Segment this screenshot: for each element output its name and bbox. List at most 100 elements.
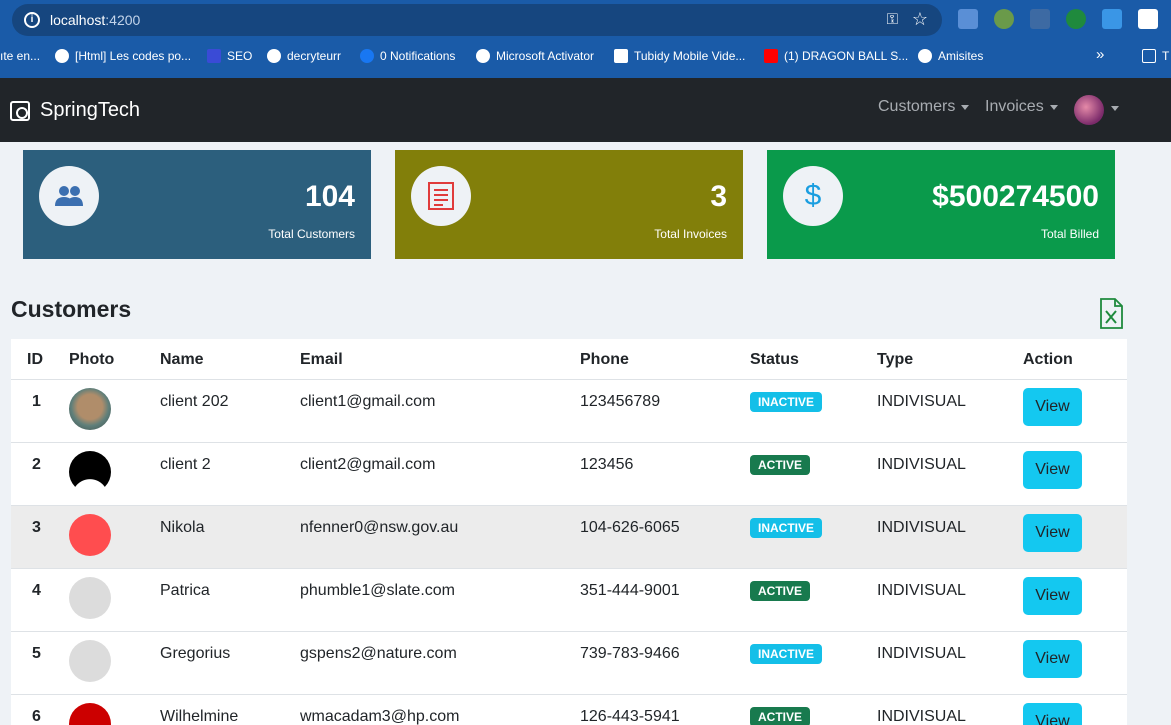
- view-button[interactable]: View: [1023, 451, 1082, 489]
- view-button[interactable]: View: [1023, 703, 1082, 725]
- customers-title: Customers: [11, 296, 132, 322]
- site-info-icon[interactable]: i: [24, 12, 40, 28]
- brand[interactable]: SpringTech: [10, 99, 140, 122]
- cell-type: INDIVISUAL: [877, 519, 966, 536]
- stat-icon-circle: [39, 166, 99, 226]
- extensions-puzzle-icon[interactable]: [1138, 9, 1158, 29]
- folder-icon: [1142, 49, 1156, 63]
- download-icon[interactable]: [1102, 9, 1122, 29]
- bookmark-label: 0 Notifications: [380, 49, 456, 63]
- status-badge: ACTIVE: [750, 581, 811, 601]
- table-row: 2 client 2 client2@gmail.com 123456 ACTI…: [11, 443, 1127, 506]
- profile-avatar[interactable]: [1074, 95, 1104, 125]
- stat-label: Total Billed: [1040, 227, 1099, 241]
- brand-name: SpringTech: [40, 99, 141, 121]
- cell-phone: 123456789: [580, 393, 661, 410]
- extension-icon[interactable]: [1030, 9, 1050, 29]
- cell-name: Nikola: [160, 519, 205, 536]
- table-row: 1 client 202 client1@gmail.com 123456789…: [11, 380, 1127, 443]
- cell-type: INDIVISUAL: [877, 708, 966, 725]
- globe-icon: [267, 49, 281, 63]
- cell-phone: 351-444-9001: [580, 582, 680, 599]
- bookmark-item[interactable]: decryteurr: [267, 49, 341, 63]
- bookmark-star-icon[interactable]: ☆: [912, 9, 928, 30]
- bookmark-label: decryteurr: [287, 49, 342, 63]
- url-host: localhost: [50, 12, 106, 28]
- status-badge: INACTIVE: [750, 644, 823, 664]
- column-header-type: Type: [877, 351, 914, 368]
- cell-id: 6: [32, 708, 41, 725]
- bookmark-item[interactable]: ıte en...: [0, 49, 40, 63]
- column-header-photo: Photo: [69, 351, 115, 368]
- stat-card-billed: $ $500274500 Total Billed: [767, 150, 1115, 259]
- export-excel-icon[interactable]: [1099, 298, 1123, 329]
- cell-email: gspens2@nature.com: [300, 645, 457, 662]
- profile-caret-down-icon[interactable]: [1111, 106, 1119, 111]
- cell-phone: 739-783-9466: [580, 645, 680, 662]
- nav-invoices-dropdown[interactable]: Invoices: [985, 98, 1058, 116]
- cell-name: client 2: [160, 456, 211, 473]
- stat-value: 3: [710, 180, 727, 213]
- url-port: :4200: [105, 12, 141, 28]
- youtube-icon: [764, 49, 778, 63]
- cell-email: client1@gmail.com: [300, 393, 436, 410]
- nav-customers-dropdown[interactable]: Customers: [878, 98, 970, 116]
- facebook-icon: [360, 49, 374, 63]
- bookmark-folder[interactable]: T: [1142, 49, 1169, 63]
- seo-icon: [207, 49, 221, 63]
- cell-phone: 104-626-6065: [580, 519, 680, 536]
- globe-icon: [55, 49, 69, 63]
- view-button[interactable]: View: [1023, 514, 1082, 552]
- address-bar[interactable]: i localhost:4200 ⚿ ☆: [12, 4, 942, 36]
- column-header-action: Action: [1023, 351, 1073, 368]
- column-header-id: ID: [27, 351, 43, 368]
- bookmark-item[interactable]: 0 Notifications: [360, 49, 455, 63]
- password-key-icon[interactable]: ⚿: [887, 11, 898, 28]
- view-button[interactable]: View: [1023, 640, 1082, 678]
- view-button[interactable]: View: [1023, 388, 1082, 426]
- cell-email: client2@gmail.com: [300, 456, 436, 473]
- cell-name: Gregorius: [160, 645, 231, 662]
- stat-value: 104: [304, 180, 355, 213]
- extension-icon[interactable]: [1066, 9, 1086, 29]
- bookmark-item[interactable]: Tubidy Mobile Vide...: [614, 49, 745, 63]
- bookmark-item[interactable]: (1) DRAGON BALL S...: [764, 49, 908, 63]
- stat-icon-circle: [411, 166, 471, 226]
- caret-down-icon: [961, 104, 970, 110]
- url-text[interactable]: localhost:4200: [50, 12, 140, 28]
- customer-photo: [69, 388, 111, 430]
- cell-id: 5: [32, 645, 41, 662]
- column-header-name: Name: [160, 351, 204, 368]
- extension-icon[interactable]: [994, 9, 1014, 29]
- nav-customers-label: Customers: [878, 98, 956, 115]
- bookmark-label: ıte en...: [0, 49, 41, 63]
- bookmark-item[interactable]: Microsoft Activator: [476, 49, 594, 63]
- customer-photo: [69, 703, 111, 725]
- cell-email: nfenner0@nsw.gov.au: [300, 519, 459, 536]
- brand-logo-icon: [10, 100, 30, 121]
- bookmark-item[interactable]: SEO: [207, 49, 252, 63]
- bookmark-item[interactable]: Amisites: [918, 49, 983, 63]
- bookmarks-bar: ıte en... [Html] Les codes po... SEO dec…: [0, 44, 1171, 70]
- customer-photo: [69, 640, 111, 682]
- more-bookmarks-button[interactable]: »: [1096, 46, 1104, 63]
- cell-name: Patrica: [160, 582, 210, 599]
- table-row: 6 Wilhelmine wmacadam3@hp.com 126-443-59…: [11, 695, 1127, 725]
- dollar-icon: $: [804, 179, 822, 212]
- cell-email: phumble1@slate.com: [300, 582, 455, 599]
- view-button[interactable]: View: [1023, 577, 1082, 615]
- status-badge: ACTIVE: [750, 455, 811, 475]
- stat-value: $500274500: [932, 180, 1099, 213]
- bookmark-label: SEO: [227, 49, 253, 63]
- column-header-status: Status: [750, 351, 799, 368]
- translate-extension-icon[interactable]: [958, 9, 978, 29]
- bookmark-label: Amisites: [938, 49, 984, 63]
- bookmark-label: Microsoft Activator: [496, 49, 595, 63]
- status-badge: ACTIVE: [750, 707, 811, 725]
- status-badge: INACTIVE: [750, 518, 823, 538]
- stat-card-customers: 104 Total Customers: [23, 150, 371, 259]
- cell-phone: 123456: [580, 456, 634, 473]
- cell-phone: 126-443-5941: [580, 708, 680, 725]
- bookmark-item[interactable]: [Html] Les codes po...: [55, 49, 191, 63]
- stat-label: Total Invoices: [654, 227, 727, 241]
